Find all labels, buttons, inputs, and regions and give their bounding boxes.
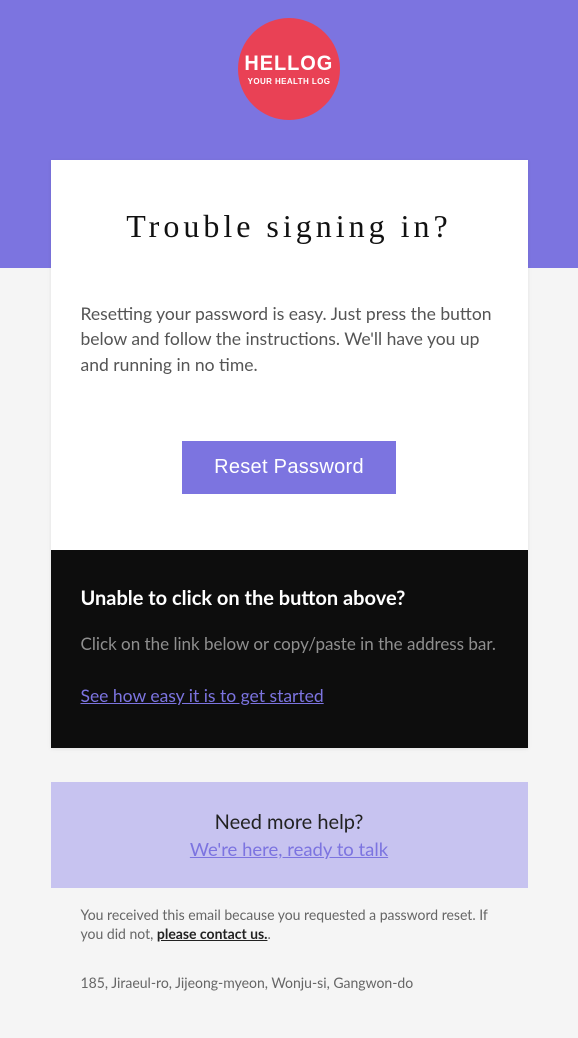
main-card: Trouble signing in? Resetting your passw…	[51, 160, 528, 748]
contact-us-link[interactable]: please contact us.	[157, 925, 268, 942]
footer: You received this email because you requ…	[51, 888, 528, 993]
fallback-link[interactable]: See how easy it is to get started	[81, 685, 324, 706]
reset-password-button[interactable]: Reset Password	[182, 441, 396, 494]
help-title: Need more help?	[71, 810, 508, 834]
button-row: Reset Password	[81, 441, 498, 494]
logo-title: HELLOG	[245, 52, 334, 76]
footer-text-after: .	[267, 925, 270, 942]
footer-note: You received this email because you requ…	[81, 906, 498, 944]
fallback-title: Unable to click on the button above?	[81, 586, 498, 610]
help-link[interactable]: We're here, ready to talk	[190, 838, 388, 860]
card-body: Trouble signing in? Resetting your passw…	[51, 160, 528, 550]
fallback-section: Unable to click on the button above? Cli…	[51, 550, 528, 748]
help-box: Need more help? We're here, ready to tal…	[51, 782, 528, 888]
fallback-text: Click on the link below or copy/paste in…	[81, 632, 498, 657]
footer-address: 185, Jiraeul-ro, Jijeong-myeon, Wonju-si…	[81, 974, 498, 993]
logo-container: HELLOG YOUR HEALTH LOG	[0, 0, 578, 120]
logo-subtitle: YOUR HEALTH LOG	[248, 77, 331, 86]
footer-text-before: You received this email because you requ…	[81, 906, 488, 942]
page-title: Trouble signing in?	[81, 208, 498, 245]
brand-logo: HELLOG YOUR HEALTH LOG	[238, 18, 340, 120]
main-description: Resetting your password is easy. Just pr…	[81, 301, 498, 377]
